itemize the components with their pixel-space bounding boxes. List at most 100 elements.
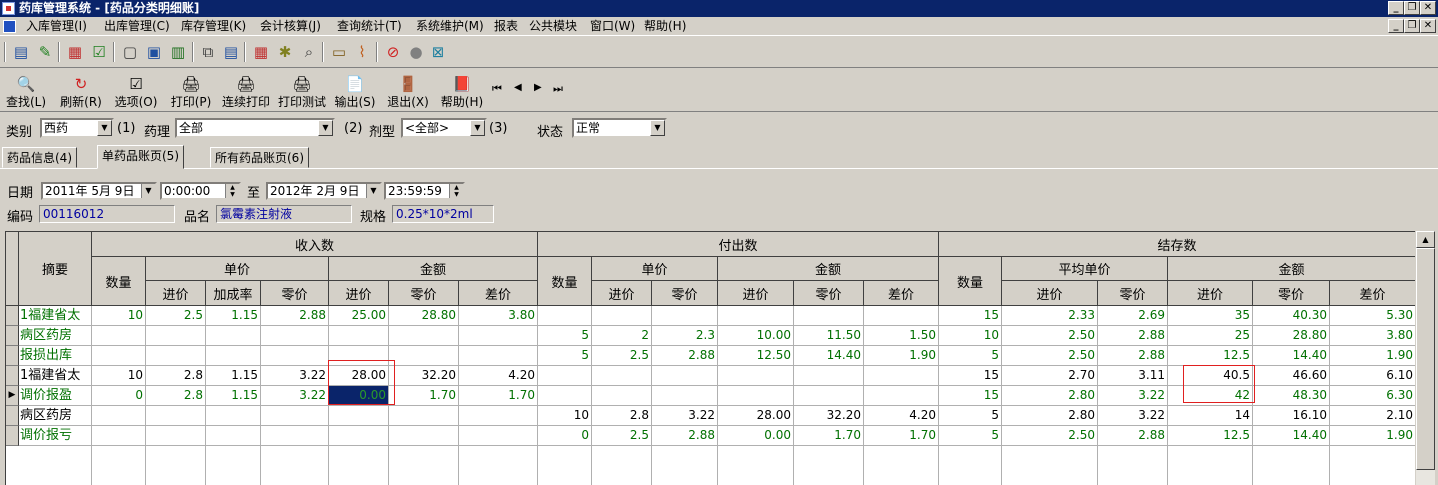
cell-bal-amt-diff[interactable]: 6.10: [1330, 366, 1415, 386]
cell-bal-amt-cost[interactable]: 12.5: [1168, 346, 1253, 366]
category-select[interactable]: 西药 ▼: [40, 118, 114, 138]
cell-out-cost[interactable]: 2: [592, 326, 652, 346]
cell-bal-amt-cost[interactable]: 42: [1168, 386, 1253, 406]
cell-in-amt-cost[interactable]: 0.00: [329, 386, 389, 406]
chevron-down-icon[interactable]: ▼: [650, 120, 665, 136]
cell-bal-amt-cost[interactable]: 40.5: [1168, 366, 1253, 386]
cell-out-retail[interactable]: [652, 306, 718, 326]
cell-bal-cost[interactable]: 2.80: [1002, 406, 1098, 426]
cell-out-amt-retail[interactable]: [794, 386, 864, 406]
cell-in-retail[interactable]: 2.88: [261, 306, 329, 326]
cell-out-cost[interactable]: 2.5: [592, 346, 652, 366]
menu-outbound[interactable]: 出库管理(C): [104, 17, 170, 36]
cell-in-markup[interactable]: [206, 406, 261, 426]
exit-icon[interactable]: ⊠: [429, 43, 447, 61]
child-restore-button[interactable]: ❐: [1404, 19, 1420, 33]
cell-in-markup[interactable]: [206, 346, 261, 366]
cell-in-amt-retail[interactable]: [389, 346, 459, 366]
cell-in-amt-cost[interactable]: [329, 326, 389, 346]
menu-accounting[interactable]: 会计核算(J): [260, 17, 321, 36]
find-button[interactable]: 🔍 查找(L): [5, 75, 47, 110]
folder-icon[interactable]: ▭: [330, 43, 348, 61]
cell-bal-amt-diff[interactable]: 1.90: [1330, 426, 1415, 446]
check-icon[interactable]: ☑: [90, 43, 108, 61]
cell-out-amt-retail[interactable]: 14.40: [794, 346, 864, 366]
cell-out-amt-cost[interactable]: 0.00: [718, 426, 794, 446]
cell-in-retail[interactable]: 3.22: [261, 386, 329, 406]
cell-in-amt-diff[interactable]: [459, 346, 538, 366]
close-button[interactable]: ✕: [1420, 1, 1436, 15]
cell-out-amt-retail[interactable]: [794, 306, 864, 326]
print-button[interactable]: 🖨 打印(P): [169, 75, 213, 110]
cell-out-amt-retail[interactable]: [794, 366, 864, 386]
cell-in-cost[interactable]: [146, 326, 206, 346]
cell-in-cost[interactable]: 2.8: [146, 366, 206, 386]
row-indicator[interactable]: [6, 426, 19, 446]
thermometer-icon[interactable]: ⌇: [353, 43, 371, 61]
cell-out-retail[interactable]: 3.22: [652, 406, 718, 426]
cell-out-amt-cost[interactable]: [718, 306, 794, 326]
tab-single-drug-ledger[interactable]: 单药品账页(5): [97, 145, 184, 169]
cell-bal-amt-diff[interactable]: 1.90: [1330, 346, 1415, 366]
cell-bal-cost[interactable]: 2.50: [1002, 326, 1098, 346]
cell-in-retail[interactable]: [261, 426, 329, 446]
cell-out-qty[interactable]: 0: [538, 426, 592, 446]
cell-in-cost[interactable]: [146, 426, 206, 446]
cell-summary[interactable]: 调价报亏: [19, 426, 92, 446]
cell-out-qty[interactable]: 5: [538, 326, 592, 346]
options-button[interactable]: ☑ 选项(O): [114, 75, 158, 110]
cell-bal-qty[interactable]: 15: [939, 306, 1002, 326]
cell-bal-retail[interactable]: 2.88: [1098, 426, 1168, 446]
cell-out-qty[interactable]: 5: [538, 346, 592, 366]
cell-out-amt-cost[interactable]: 28.00: [718, 406, 794, 426]
row-indicator[interactable]: [6, 306, 19, 326]
row-indicator[interactable]: [6, 326, 19, 346]
cell-in-qty[interactable]: [92, 406, 146, 426]
cell-in-retail[interactable]: [261, 406, 329, 426]
chevron-down-icon[interactable]: ▼: [318, 120, 333, 136]
cell-in-amt-retail[interactable]: [389, 326, 459, 346]
cell-in-amt-retail[interactable]: 32.20: [389, 366, 459, 386]
prev-record-icon[interactable]: ◀: [514, 82, 522, 93]
cell-bal-amt-diff[interactable]: 3.80: [1330, 326, 1415, 346]
cell-out-qty[interactable]: [538, 386, 592, 406]
cell-in-cost[interactable]: [146, 406, 206, 426]
copy-icon[interactable]: ⧉: [199, 43, 217, 61]
cell-out-amt-retail[interactable]: 11.50: [794, 326, 864, 346]
cell-bal-amt-diff[interactable]: 6.30: [1330, 386, 1415, 406]
cell-in-markup[interactable]: 1.15: [206, 306, 261, 326]
pharmacology-select[interactable]: 全部 ▼: [175, 118, 335, 138]
cell-out-amt-diff[interactable]: 1.50: [864, 326, 939, 346]
calendar-dropdown-icon[interactable]: ▼: [141, 184, 155, 198]
exit-button[interactable]: 🚪 退出(X): [386, 75, 430, 110]
cell-bal-cost[interactable]: 2.70: [1002, 366, 1098, 386]
dosage-form-select[interactable]: <全部> ▼: [401, 118, 487, 138]
cell-bal-retail[interactable]: 3.22: [1098, 406, 1168, 426]
cell-out-amt-diff[interactable]: 4.20: [864, 406, 939, 426]
cell-in-amt-cost[interactable]: 25.00: [329, 306, 389, 326]
from-time-input[interactable]: 0:00:00 ▲ ▼: [160, 182, 241, 200]
cell-bal-cost[interactable]: 2.50: [1002, 426, 1098, 446]
cell-bal-retail[interactable]: 3.11: [1098, 366, 1168, 386]
cell-out-qty[interactable]: [538, 366, 592, 386]
cell-in-qty[interactable]: [92, 346, 146, 366]
cell-in-amt-cost[interactable]: [329, 346, 389, 366]
child-minimize-button[interactable]: _: [1388, 19, 1404, 33]
cell-in-cost[interactable]: 2.8: [146, 386, 206, 406]
cell-bal-amt-diff[interactable]: 5.30: [1330, 306, 1415, 326]
cell-out-amt-cost[interactable]: [718, 386, 794, 406]
clipboard-icon[interactable]: ▢: [121, 43, 139, 61]
cell-in-amt-diff[interactable]: [459, 426, 538, 446]
cell-out-amt-diff[interactable]: 1.70: [864, 426, 939, 446]
first-record-icon[interactable]: ⏮: [492, 82, 502, 96]
cell-bal-amt-retail[interactable]: 48.30: [1253, 386, 1330, 406]
cell-bal-amt-retail[interactable]: 14.40: [1253, 346, 1330, 366]
next-record-icon[interactable]: ▶: [534, 82, 542, 93]
magnifier-icon[interactable]: ⌕: [300, 43, 318, 61]
cell-out-retail[interactable]: [652, 366, 718, 386]
cell-out-amt-diff[interactable]: 1.90: [864, 346, 939, 366]
vertical-scrollbar[interactable]: ▲: [1416, 231, 1435, 485]
cell-bal-amt-diff[interactable]: 2.10: [1330, 406, 1415, 426]
cell-out-retail[interactable]: 2.88: [652, 346, 718, 366]
cell-in-amt-cost[interactable]: [329, 406, 389, 426]
